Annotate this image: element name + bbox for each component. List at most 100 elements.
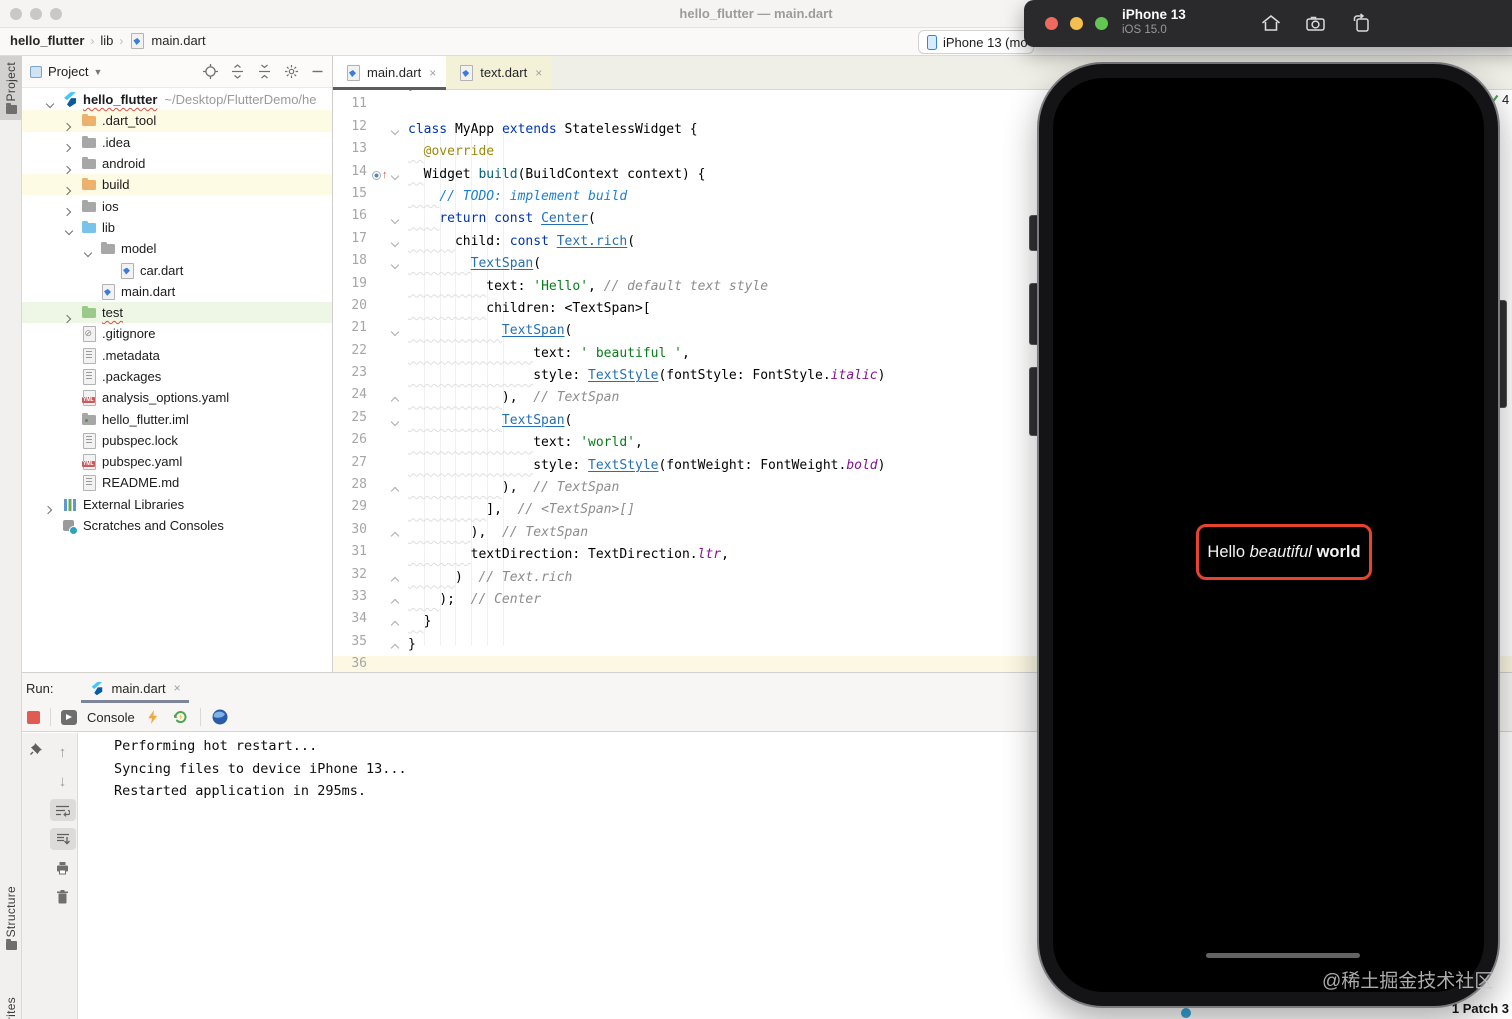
tree-item-label: ios — [102, 198, 119, 214]
print-icon[interactable] — [50, 857, 76, 879]
home-indicator[interactable] — [1206, 953, 1360, 958]
tree-item-label: hello_flutter.iml — [102, 411, 189, 427]
tree-item-model[interactable]: model — [22, 238, 332, 259]
tree-item-readme-md[interactable]: README.md — [22, 472, 332, 493]
code-text: class MyApp extends StatelessWidget { — [408, 121, 698, 137]
flutter-icon — [62, 92, 78, 107]
tree-item-android[interactable]: android — [22, 153, 332, 174]
fold-marker-icon[interactable] — [389, 119, 403, 141]
soft-wrap-icon[interactable] — [49, 799, 76, 821]
fold-marker-icon[interactable] — [389, 320, 403, 342]
tree-item-pubspec-yaml[interactable]: pubspec.yaml — [22, 451, 332, 472]
rotate-icon[interactable] — [1350, 12, 1372, 34]
line-number: 28 — [351, 477, 367, 493]
tree-item-test[interactable]: test — [22, 301, 332, 324]
override-method-icon[interactable] — [369, 164, 389, 186]
status-bar-text: 1 Patch 3 — [1451, 1001, 1509, 1016]
tree-item--idea[interactable]: .idea — [22, 132, 332, 153]
tree-item-build[interactable]: build — [22, 174, 332, 196]
tree-item--gitignore[interactable]: .gitignore — [22, 323, 332, 344]
close-icon[interactable]: × — [535, 66, 542, 80]
tree-item-analysis-options-yaml[interactable]: analysis_options.yaml — [22, 387, 332, 408]
run-tab-main-dart[interactable]: main.dart × — [81, 673, 189, 703]
fold-marker-icon[interactable] — [389, 477, 403, 499]
tool-window-project-button[interactable]: Project — [0, 56, 22, 121]
tree-item--dart-tool[interactable]: .dart_tool — [22, 110, 332, 132]
fold-marker-icon[interactable] — [389, 567, 403, 589]
trash-icon[interactable] — [50, 886, 76, 908]
console-tab-label[interactable]: Console — [87, 710, 135, 725]
home-icon[interactable] — [1260, 12, 1282, 34]
collapse-all-icon[interactable] — [257, 64, 272, 79]
tree-item-pubspec-lock[interactable]: pubspec.lock — [22, 430, 332, 451]
fold-marker-icon[interactable] — [389, 208, 403, 230]
hot-reload-icon[interactable] — [145, 709, 161, 725]
scroll-to-end-icon[interactable] — [49, 828, 76, 850]
gutter-spacer — [369, 119, 389, 141]
tool-window-favorites-button[interactable]: Favorites — [0, 991, 22, 1019]
screenshot-camera-icon[interactable] — [1304, 12, 1328, 34]
fold-marker-icon[interactable] — [389, 410, 403, 432]
minimize-window-icon[interactable] — [1070, 17, 1083, 30]
tree-item-car-dart[interactable]: car.dart — [22, 259, 332, 280]
tree-item-hello-flutter[interactable]: hello_flutter ~/Desktop/FlutterDemo/he — [22, 89, 332, 110]
breadcrumb-item[interactable]: lib — [100, 33, 113, 48]
page-yml-icon — [81, 390, 97, 407]
fol-or-icon — [81, 177, 97, 192]
tab-text-dart[interactable]: text.dart × — [446, 56, 553, 89]
breadcrumb-item[interactable]: hello_flutter — [10, 33, 84, 48]
tool-window-structure-button[interactable]: Structure — [0, 880, 22, 956]
tree-item-external-libraries[interactable]: External Libraries — [22, 494, 332, 515]
tree-item-hello-flutter-iml[interactable]: hello_flutter.iml — [22, 408, 332, 429]
devtools-icon[interactable] — [211, 708, 229, 726]
fold-marker-icon[interactable] — [389, 611, 403, 633]
code-text: TextSpan( — [501, 323, 573, 339]
fold-marker-icon[interactable] — [389, 589, 403, 611]
simulator-screen[interactable]: Hello beautiful world — [1053, 78, 1484, 992]
breadcrumb-item[interactable]: main.dart — [151, 33, 205, 48]
tree-item--metadata[interactable]: .metadata — [22, 345, 332, 366]
hide-panel-icon[interactable] — [311, 65, 324, 78]
code-text: style: TextStyle(fontStyle: FontStyle.it… — [533, 368, 886, 384]
scroll-up-icon[interactable]: ↑ — [50, 741, 76, 763]
hello-annotation-box: Hello beautiful world — [1196, 524, 1372, 580]
iphone-simulator: Hello beautiful world — [1037, 62, 1500, 1008]
project-panel-title[interactable]: Project — [48, 64, 88, 79]
tree-item-lib[interactable]: lib — [22, 217, 332, 238]
pin-icon[interactable] — [29, 741, 44, 756]
tree-item-main-dart[interactable]: main.dart — [22, 281, 332, 302]
scroll-down-icon[interactable]: ↓ — [50, 770, 76, 792]
stop-button[interactable] — [27, 710, 40, 724]
line-number: 22 — [351, 342, 367, 358]
tree-item-scratches-and-consoles[interactable]: Scratches and Consoles — [22, 515, 332, 536]
fold-marker-icon[interactable] — [389, 164, 403, 186]
tree-item--packages[interactable]: .packages — [22, 366, 332, 387]
line-number: 20 — [351, 297, 367, 313]
gutter-spacer — [369, 387, 389, 409]
expand-all-icon[interactable] — [230, 64, 245, 79]
code-text: } — [423, 614, 432, 630]
tree-item-ios[interactable]: ios — [22, 195, 332, 216]
close-window-icon[interactable] — [1045, 17, 1058, 30]
device-selector[interactable]: iPhone 13 (mo — [918, 30, 1034, 54]
chevron-down-icon[interactable]: ▼ — [93, 67, 102, 77]
zoom-window-icon[interactable] — [1095, 17, 1108, 30]
fold-marker-icon[interactable] — [389, 634, 403, 656]
close-icon[interactable]: × — [174, 681, 181, 695]
fold-marker-icon[interactable] — [389, 522, 403, 544]
fold-marker-icon[interactable] — [389, 231, 403, 253]
line-number: 23 — [351, 365, 367, 381]
project-tool-icon — [5, 103, 17, 115]
gear-icon[interactable] — [284, 64, 299, 79]
hot-restart-icon[interactable] — [171, 708, 190, 726]
tree-item-label: main.dart — [121, 283, 176, 299]
fold-marker-icon[interactable] — [389, 387, 403, 409]
tab-main-dart[interactable]: main.dart × — [333, 56, 447, 90]
locate-file-icon[interactable] — [203, 64, 218, 79]
libbars-icon — [62, 497, 78, 512]
close-icon[interactable]: × — [429, 66, 436, 80]
gutter-spacer — [369, 522, 389, 544]
fold-marker-icon[interactable] — [389, 253, 403, 275]
